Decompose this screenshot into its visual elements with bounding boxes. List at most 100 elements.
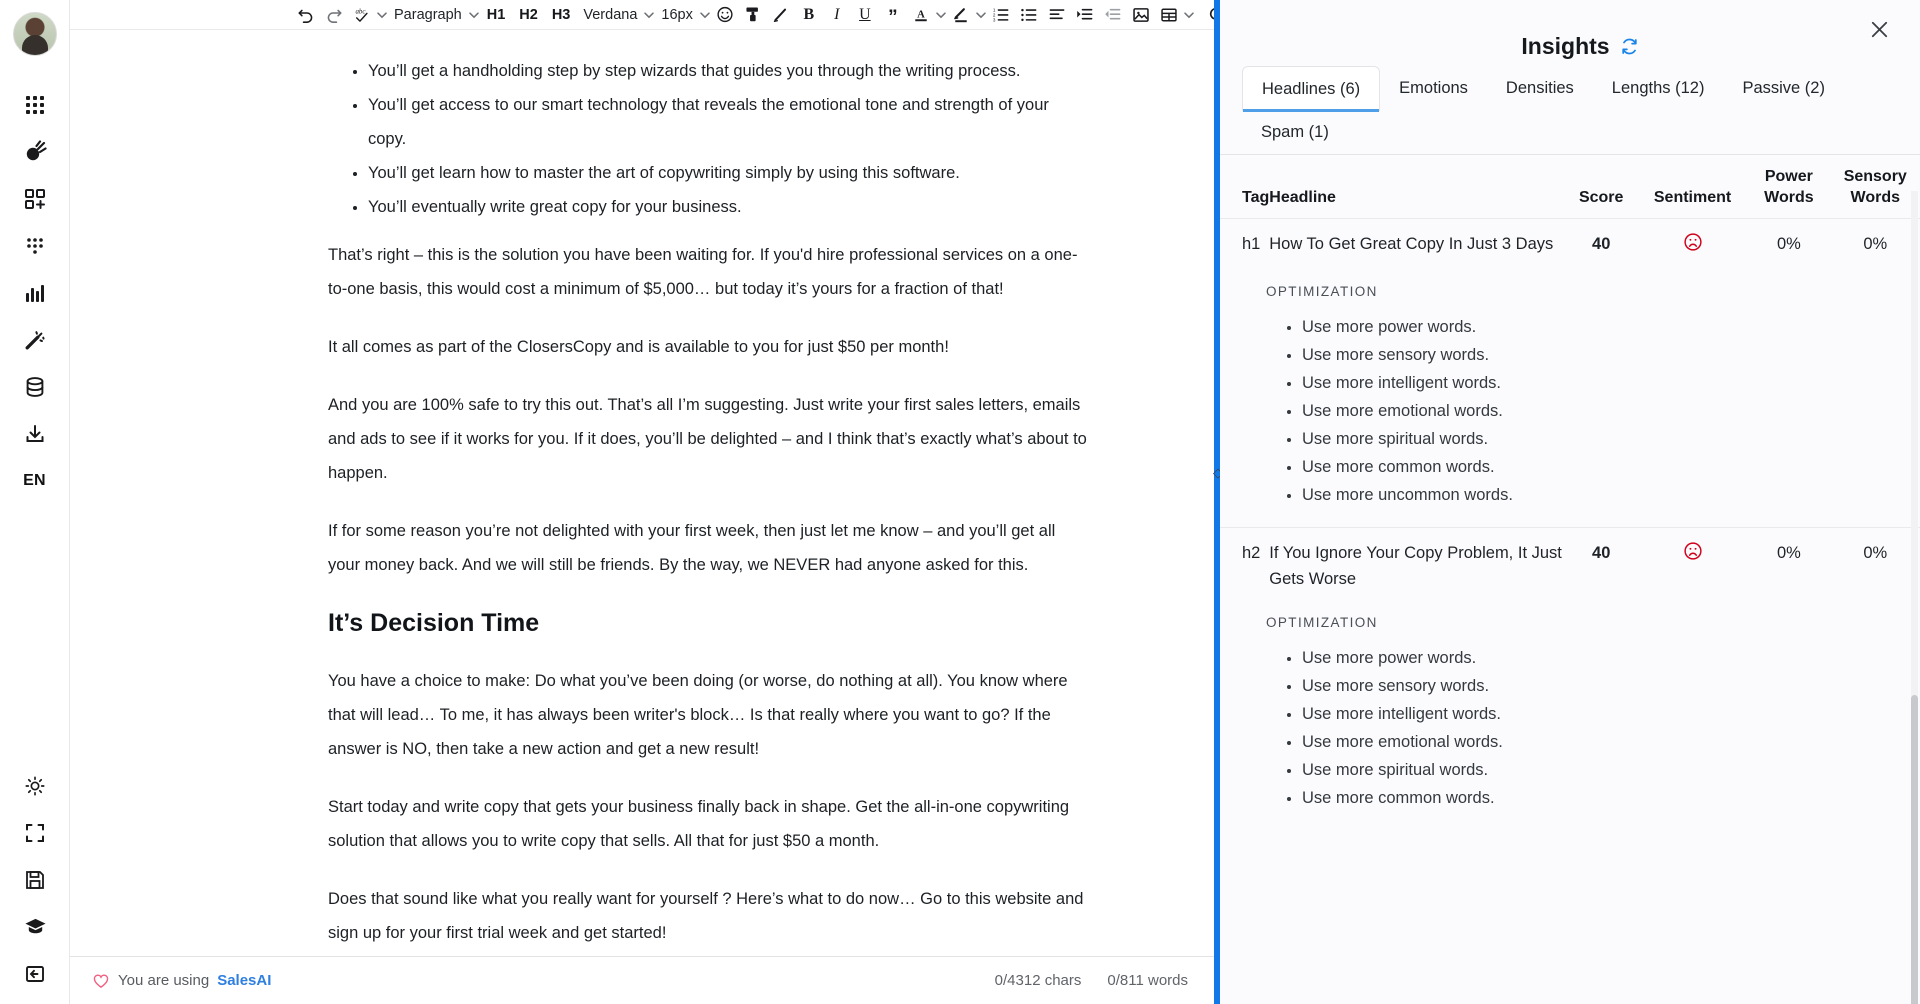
tab-emotions[interactable]: Emotions xyxy=(1380,66,1487,110)
list-item: Use more common words. xyxy=(1302,453,1920,481)
spellcheck-chevron-down-icon[interactable] xyxy=(376,1,388,29)
paragraph-style-select[interactable]: Paragraph xyxy=(388,7,468,23)
svg-text:abc: abc xyxy=(355,7,365,15)
redo-icon[interactable] xyxy=(320,1,348,29)
heading1-button[interactable]: H1 xyxy=(480,7,513,23)
highlight-color-chevron-down-icon[interactable] xyxy=(975,1,987,29)
font-family-select[interactable]: Verdana xyxy=(577,7,643,23)
text-color-chevron-down-icon[interactable] xyxy=(935,1,947,29)
insert-image-icon[interactable] xyxy=(1127,1,1155,29)
paragraph: That’s right – this is the solution you … xyxy=(328,246,1078,298)
bullet-list-icon[interactable] xyxy=(1015,1,1043,29)
outdent-icon[interactable] xyxy=(1099,1,1127,29)
table-row[interactable]: h2 If You Ignore Your Copy Problem, It J… xyxy=(1220,527,1920,596)
benefit-bullet-list: You’ll get a handholding step by step wi… xyxy=(328,54,1090,224)
italic-button[interactable]: I xyxy=(823,1,851,29)
paragraph: Does that sound like what you really wan… xyxy=(328,890,1084,942)
heart-icon xyxy=(92,972,110,990)
tab-passive[interactable]: Passive (2) xyxy=(1723,66,1844,110)
heading3-button[interactable]: H3 xyxy=(545,7,578,23)
insights-title-group: Insights xyxy=(1521,33,1638,60)
dots-menu-icon[interactable] xyxy=(12,223,58,269)
optimization-row: OPTIMIZATION Use more power words. Use m… xyxy=(1220,265,1920,528)
save-icon[interactable] xyxy=(12,857,58,903)
paragraph: You have a choice to make: Do what you’v… xyxy=(328,672,1068,758)
tab-spam[interactable]: Spam (1) xyxy=(1242,110,1920,154)
insights-header: Insights xyxy=(1220,0,1920,66)
col-power-words: Power Words xyxy=(1747,163,1830,219)
text-color-icon[interactable]: A xyxy=(907,1,935,29)
optimization-cell: OPTIMIZATION Use more power words. Use m… xyxy=(1220,596,1920,830)
table-chevron-down-icon[interactable] xyxy=(1183,1,1195,29)
headlines-table: Tag Headline Score Sentiment Power Words… xyxy=(1220,163,1920,830)
tab-lengths[interactable]: Lengths (12) xyxy=(1593,66,1724,110)
spellcheck-icon[interactable]: abc xyxy=(348,1,376,29)
comet-icon[interactable] xyxy=(12,129,58,175)
indent-icon[interactable] xyxy=(1071,1,1099,29)
download-icon[interactable] xyxy=(12,411,58,457)
insights-scrollbar-thumb[interactable] xyxy=(1911,695,1918,1004)
list-item: Use more uncommon words. xyxy=(1302,481,1920,509)
search-icon[interactable] xyxy=(1203,1,1214,29)
optimization-label: OPTIMIZATION xyxy=(1266,615,1378,630)
app-root: EN abc Paragraph H1 H2 H3 Verdana 16px B… xyxy=(0,0,1920,1004)
emoji-icon[interactable] xyxy=(711,1,739,29)
col-sensory-words-line1: Sensory xyxy=(1843,168,1907,185)
bar-chart-icon[interactable] xyxy=(12,270,58,316)
highlight-color-icon[interactable] xyxy=(947,1,975,29)
insights-panel: Insights Headlines (6) Emotions Densitie… xyxy=(1220,0,1920,1004)
list-item: You’ll get learn how to master the art o… xyxy=(368,156,1090,190)
row-sensory-words: 0% xyxy=(1830,527,1920,596)
insert-table-icon[interactable] xyxy=(1155,1,1183,29)
ordered-list-icon[interactable]: 1 2 3 xyxy=(987,1,1015,29)
paragraph-chevron-down-icon[interactable] xyxy=(468,1,480,29)
database-icon[interactable] xyxy=(12,364,58,410)
col-sentiment: Sentiment xyxy=(1653,189,1732,206)
font-size-select[interactable]: 16px xyxy=(655,7,698,23)
refresh-icon[interactable] xyxy=(1620,37,1639,56)
heading2-button[interactable]: H2 xyxy=(512,7,545,23)
row-sensory-words: 0% xyxy=(1830,218,1920,265)
tab-headlines[interactable]: Headlines (6) xyxy=(1242,66,1381,112)
row-power-words: 0% xyxy=(1747,218,1831,265)
magic-wand-icon[interactable] xyxy=(12,317,58,363)
bold-button[interactable]: B xyxy=(795,1,823,29)
brightness-icon[interactable] xyxy=(12,763,58,809)
sad-face-icon xyxy=(1682,231,1704,261)
grid-apps-icon[interactable] xyxy=(12,82,58,128)
align-left-icon[interactable] xyxy=(1043,1,1071,29)
status-bar: You are using SalesAI 0/4312 chars 0/811… xyxy=(70,956,1214,1004)
list-item: Use more intelligent words. xyxy=(1302,369,1920,397)
row-sentiment xyxy=(1637,527,1748,596)
document-body[interactable]: You’ll get a handholding step by step wi… xyxy=(70,30,1090,950)
list-item: Use more sensory words. xyxy=(1302,672,1920,700)
font-size-chevron-down-icon[interactable] xyxy=(699,1,711,29)
blockquote-button[interactable]: ” xyxy=(879,4,907,30)
avatar[interactable] xyxy=(12,12,57,56)
font-family-chevron-down-icon[interactable] xyxy=(643,1,655,29)
insights-tabs: Headlines (6) Emotions Densities Lengths… xyxy=(1220,66,1920,155)
graduation-cap-icon[interactable] xyxy=(12,904,58,950)
col-sensory-words: Sensory Words xyxy=(1831,163,1920,219)
list-item: Use more spiritual words. xyxy=(1302,756,1920,784)
underline-button[interactable]: U xyxy=(851,1,879,29)
paragraph: It all comes as part of the ClosersCopy … xyxy=(328,338,949,356)
brand-link[interactable]: SalesAI xyxy=(217,972,271,989)
format-paint-icon[interactable] xyxy=(739,1,767,29)
undo-icon[interactable] xyxy=(292,1,320,29)
paragraph: And you are 100% safe to try this out. T… xyxy=(328,396,1087,482)
tab-densities[interactable]: Densities xyxy=(1487,66,1593,110)
add-block-icon[interactable] xyxy=(12,176,58,222)
document-scroll-area[interactable]: You’ll get a handholding step by step wi… xyxy=(70,30,1214,956)
highlighter-pen-icon[interactable] xyxy=(767,1,795,29)
paragraph: If for some reason you’re not delighted … xyxy=(328,522,1056,574)
close-icon[interactable] xyxy=(1862,12,1896,46)
language-selector[interactable]: EN xyxy=(12,458,58,504)
logout-icon[interactable] xyxy=(12,951,58,997)
char-count: 0/4312 chars xyxy=(994,972,1082,989)
row-score: 40 xyxy=(1564,218,1638,265)
row-sentiment xyxy=(1637,218,1748,265)
table-row[interactable]: h1 How To Get Great Copy In Just 3 Days … xyxy=(1220,218,1920,265)
col-tag: Tag xyxy=(1242,189,1270,206)
fullscreen-icon[interactable] xyxy=(12,810,58,856)
